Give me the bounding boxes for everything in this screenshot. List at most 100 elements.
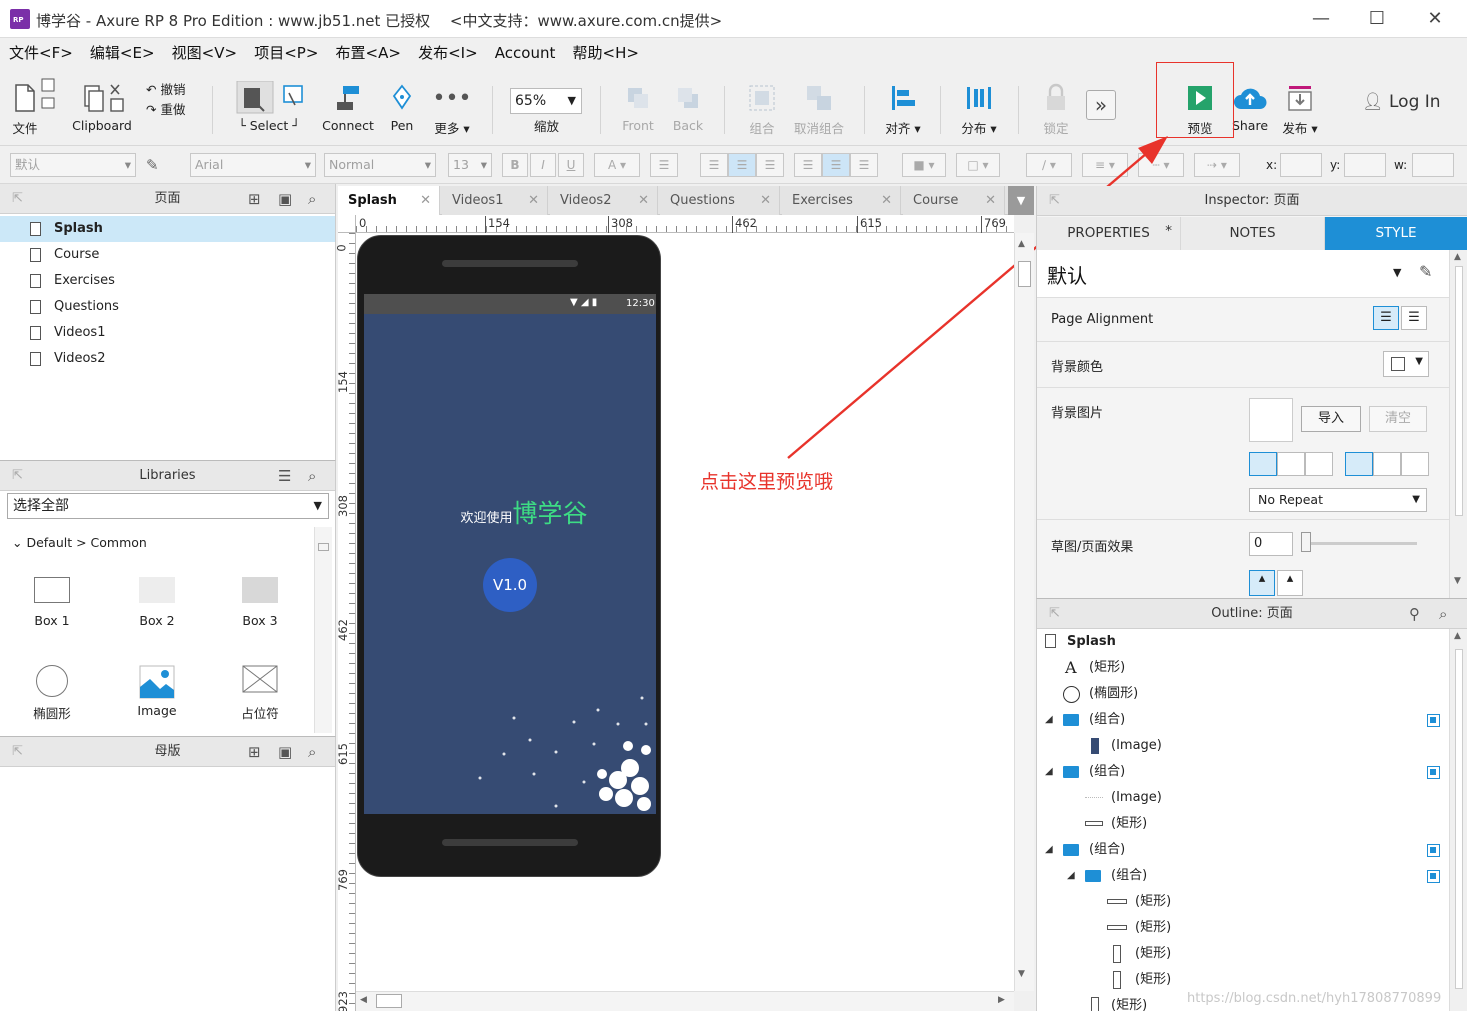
tab-exercises[interactable]: Exercises ✕ — [782, 186, 901, 215]
valign-middle-button[interactable]: ☰ — [822, 153, 850, 177]
align-left-button[interactable]: ☰ — [700, 153, 728, 177]
text-color-button[interactable]: A ▾ — [594, 153, 640, 177]
clipboard-button[interactable]: Clipboard — [68, 80, 136, 133]
outline-item[interactable]: A (矩形) — [1037, 655, 1447, 681]
tab-properties[interactable]: PROPERTIES * — [1037, 217, 1181, 250]
page-item-splash[interactable]: Splash — [0, 216, 335, 242]
style-name-row[interactable]: 默认 ▼ ✎ — [1037, 250, 1449, 298]
scroll-thumb[interactable] — [376, 994, 402, 1008]
expand-triangle-icon[interactable]: ◢ — [1045, 837, 1053, 863]
color-mode-icon[interactable]: ▴ — [1249, 570, 1275, 596]
italic-button[interactable]: I — [530, 153, 556, 177]
filter-icon[interactable]: ⚲ — [1409, 599, 1420, 629]
widget-box1[interactable]: Box 1 — [0, 577, 104, 628]
expand-triangle-icon[interactable]: ◢ — [1067, 863, 1075, 889]
visibility-icon[interactable] — [1427, 870, 1440, 883]
search-icon[interactable]: ⌕ — [1439, 599, 1447, 629]
menu-icon[interactable]: ☰ — [278, 461, 291, 491]
align-center-page-button[interactable]: ☰ — [1401, 306, 1427, 330]
align-left-page-button[interactable]: ☰ — [1373, 306, 1399, 330]
page-item-videos2[interactable]: Videos2 — [0, 346, 335, 372]
clear-button[interactable]: 清空 — [1369, 406, 1427, 432]
pin-icon[interactable]: ⇱ — [1049, 599, 1060, 629]
page-item-questions[interactable]: Questions — [0, 294, 335, 320]
outline-item[interactable]: (矩形) — [1037, 941, 1447, 967]
add-folder-icon[interactable]: ▣ — [278, 184, 292, 214]
widget-placeholder[interactable]: 占位符 — [208, 665, 312, 722]
close-button[interactable]: ✕ — [1412, 4, 1458, 34]
scroll-thumb[interactable] — [1018, 261, 1031, 287]
visibility-icon[interactable] — [1427, 766, 1440, 779]
sketch-slider-handle[interactable] — [1301, 532, 1311, 552]
select-button[interactable]: └ Select ┘ — [228, 80, 310, 133]
publish-button[interactable]: 发布 ▾ — [1278, 80, 1322, 137]
font-weight-select[interactable]: Normal — [324, 153, 436, 177]
add-master-icon[interactable]: ⊞ — [248, 737, 261, 767]
repeat-select[interactable]: No Repeat ▼ — [1249, 488, 1427, 512]
image-align-right-icon[interactable] — [1305, 452, 1333, 476]
search-icon[interactable]: ⌕ — [308, 737, 316, 767]
outline-item[interactable]: (椭圆形) — [1037, 681, 1447, 707]
inspector-scrollbar[interactable]: ▲ ▼ — [1449, 250, 1467, 598]
menu-help[interactable]: 帮助<H> — [573, 38, 639, 68]
welcome-text-group[interactable]: 欢迎使用博学谷 — [444, 494, 604, 530]
valign-bottom-button[interactable]: ☰ — [850, 153, 878, 177]
library-group-header[interactable]: ⌄ Default > Common — [12, 535, 147, 550]
visibility-icon[interactable] — [1427, 714, 1440, 727]
menu-arrange[interactable]: 布置<A> — [336, 38, 401, 68]
outline-item[interactable]: (矩形) — [1037, 889, 1447, 915]
edit-style-icon[interactable]: ✎ — [1419, 262, 1432, 281]
save-icon[interactable] — [40, 78, 56, 118]
scroll-up-icon[interactable]: ▲ — [1018, 239, 1025, 249]
shadow-button[interactable]: □ ▾ — [956, 153, 1000, 177]
menu-file[interactable]: 文件<F> — [9, 38, 73, 68]
line-width-button[interactable]: ≡ ▾ — [1082, 153, 1128, 177]
more-button[interactable]: ••• 更多 ▾ — [432, 80, 472, 137]
tab-notes[interactable]: NOTES — [1181, 217, 1325, 250]
import-button[interactable]: 导入 — [1301, 406, 1361, 432]
page-item-exercises[interactable]: Exercises — [0, 268, 335, 294]
sketch-slider[interactable] — [1305, 542, 1417, 545]
widget-image[interactable]: Image — [105, 665, 209, 718]
menu-account[interactable]: Account — [495, 38, 556, 68]
front-button[interactable]: Front — [620, 80, 656, 133]
arrow-style-button[interactable]: ⇢ ▾ — [1194, 153, 1240, 177]
share-button[interactable]: Share — [1228, 80, 1272, 133]
outline-root[interactable]: Splash — [1037, 629, 1447, 655]
scroll-right-icon[interactable]: ▶ — [998, 995, 1005, 1005]
canvas-horizontal-scrollbar[interactable]: ◀ ▶ — [356, 991, 1014, 1011]
pin-icon[interactable]: ⇱ — [12, 461, 23, 491]
close-icon[interactable]: ✕ — [638, 186, 649, 215]
ungroup-button[interactable]: 取消组合 — [792, 80, 846, 137]
line-color-button[interactable]: ∕ ▾ — [1026, 153, 1072, 177]
close-icon[interactable]: ✕ — [881, 186, 892, 215]
image-align-bottom-icon[interactable] — [1401, 452, 1429, 476]
menu-project[interactable]: 项目<P> — [254, 38, 318, 68]
overflow-chevron-icon[interactable]: » — [1086, 90, 1116, 120]
zoom-select[interactable]: 65% ▼ — [510, 88, 582, 114]
login-button[interactable]: 👤︎ Log In — [1362, 92, 1441, 112]
redo-button[interactable]: ↷ 重做 — [146, 100, 185, 120]
search-icon[interactable]: ⌕ — [308, 184, 316, 214]
widget-ellipse[interactable]: 椭圆形 — [0, 665, 104, 722]
bold-button[interactable]: B — [502, 153, 528, 177]
menu-edit[interactable]: 编辑<E> — [90, 38, 155, 68]
expand-triangle-icon[interactable]: ◢ — [1045, 707, 1053, 733]
outline-item[interactable]: ◢ (组合) — [1037, 863, 1447, 889]
phone-screen[interactable]: 欢迎使用博学谷 V1.0 — [364, 314, 656, 814]
outline-item[interactable]: (矩形) — [1037, 811, 1447, 837]
scroll-down-icon[interactable]: ▼ — [1018, 969, 1025, 979]
chevron-down-icon[interactable]: ▼ — [1393, 266, 1401, 279]
expand-triangle-icon[interactable]: ◢ — [1045, 759, 1053, 785]
menu-publish[interactable]: 发布<I> — [418, 38, 478, 68]
minimize-button[interactable]: — — [1298, 4, 1344, 34]
image-align-middle-icon[interactable] — [1373, 452, 1401, 476]
menu-view[interactable]: 视图<V> — [172, 38, 237, 68]
x-input[interactable] — [1280, 153, 1322, 177]
outline-item[interactable]: (矩形) — [1037, 915, 1447, 941]
search-icon[interactable]: ⌕ — [308, 461, 316, 491]
distribute-button[interactable]: 分布 ▾ — [958, 80, 1000, 137]
widget-box2[interactable]: Box 2 — [105, 577, 209, 628]
widget-box3[interactable]: Box 3 — [208, 577, 312, 628]
bg-image-thumb[interactable] — [1249, 398, 1293, 442]
